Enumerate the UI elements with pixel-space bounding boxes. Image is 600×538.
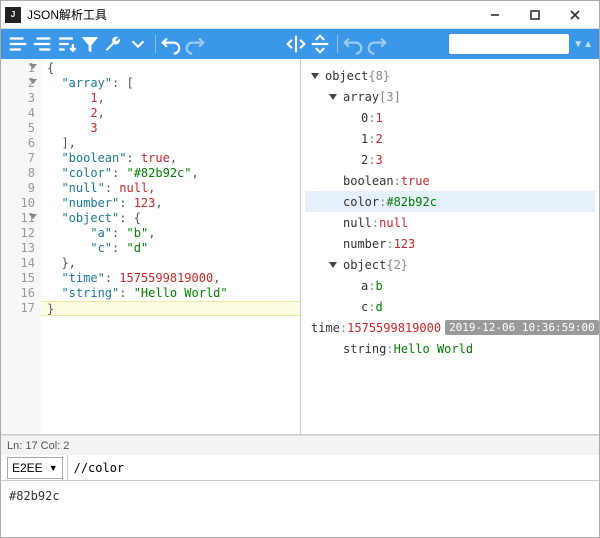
wrench-icon[interactable]	[103, 33, 125, 55]
tree-row[interactable]: boolean : true	[305, 170, 595, 191]
align-right-icon[interactable]	[31, 33, 53, 55]
filter-icon[interactable]	[79, 33, 101, 55]
tree-row[interactable]: array [3]	[305, 86, 595, 107]
editor-pane[interactable]: 1234567891011121314151617 { "array": [ 1…	[1, 59, 301, 434]
toolbar-separator	[337, 35, 338, 53]
tree-pane[interactable]: object {8}array [3]0 : 11 : 22 : 3boolea…	[301, 59, 599, 434]
tree-row[interactable]: object {2}	[305, 254, 595, 275]
maximize-button[interactable]	[515, 1, 555, 29]
tree-row[interactable]: 0 : 1	[305, 107, 595, 128]
tree-row[interactable]: 2 : 3	[305, 149, 595, 170]
status-bar: Ln: 17 Col: 2	[1, 435, 599, 455]
titlebar: J JSON解析工具	[1, 1, 599, 29]
query-result: #82b92c	[1, 481, 599, 537]
tree-row[interactable]: color : #82b92c	[305, 191, 595, 212]
tree-row[interactable]: null : null	[305, 212, 595, 233]
undo-icon[interactable]	[160, 33, 182, 55]
line-gutter: 1234567891011121314151617	[1, 59, 41, 434]
undo-tree-icon[interactable]	[342, 33, 364, 55]
query-mode-value: E2EE	[12, 461, 43, 475]
window-title: JSON解析工具	[27, 6, 475, 23]
cursor-position: Ln: 17 Col: 2	[7, 440, 69, 452]
redo-tree-icon[interactable]	[366, 33, 388, 55]
split-horizontal-icon[interactable]	[285, 33, 307, 55]
query-path-input[interactable]	[68, 455, 599, 480]
close-button[interactable]	[555, 1, 595, 29]
tree-row[interactable]: time : 15755998190002019-12-06 10:36:59:…	[305, 317, 595, 338]
minimize-button[interactable]	[475, 1, 515, 29]
main-split: 1234567891011121314151617 { "array": [ 1…	[1, 59, 599, 435]
chevron-down-icon[interactable]	[127, 33, 149, 55]
sort-icon[interactable]	[55, 33, 77, 55]
search-box[interactable]	[449, 34, 569, 54]
tree-row[interactable]: number : 123	[305, 233, 595, 254]
query-bar: E2EE ▼	[1, 455, 599, 481]
toolbar: ▼▲	[1, 29, 599, 59]
tree-row[interactable]: c : d	[305, 296, 595, 317]
search-dropdown-icon[interactable]: ▼▲	[573, 39, 593, 50]
tree-row[interactable]: string : Hello World	[305, 338, 595, 359]
query-result-value: #82b92c	[9, 489, 60, 503]
code-area[interactable]: { "array": [ 1, 2, 3 ], "boolean": true,…	[41, 59, 300, 434]
split-vertical-icon[interactable]	[309, 33, 331, 55]
tree-row[interactable]: a : b	[305, 275, 595, 296]
tree-row[interactable]: object {8}	[305, 65, 595, 86]
toolbar-separator	[155, 35, 156, 53]
align-left-icon[interactable]	[7, 33, 29, 55]
app-icon: J	[5, 7, 21, 23]
query-mode-select[interactable]: E2EE ▼	[7, 457, 63, 479]
tree-row[interactable]: 1 : 2	[305, 128, 595, 149]
redo-icon[interactable]	[184, 33, 206, 55]
chevron-down-icon: ▼	[49, 463, 58, 473]
